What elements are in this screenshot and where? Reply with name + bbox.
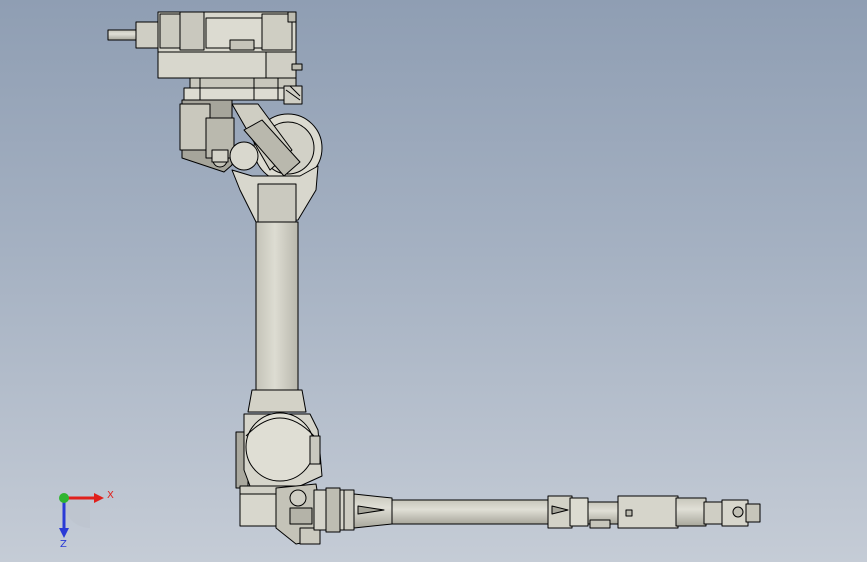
cable-connector	[107, 21, 161, 49]
triad-plane	[64, 498, 90, 528]
x-axis-label: X	[107, 490, 114, 501]
wrist-section	[547, 495, 707, 529]
graphics-viewport[interactable]: X Z	[0, 0, 867, 562]
z-axis-label: Z	[60, 539, 67, 548]
forearm-cone	[343, 489, 553, 531]
robot-arm-model[interactable]	[0, 0, 867, 562]
shoulder-pivot	[229, 103, 323, 183]
upper-arm-link	[247, 221, 307, 413]
base-block	[157, 11, 303, 79]
z-axis-arrowhead	[59, 528, 69, 538]
end-effector	[703, 499, 761, 527]
x-axis-arrowhead	[94, 493, 104, 503]
coordinate-triad: X Z	[59, 490, 114, 548]
y-axis-origin	[59, 493, 69, 503]
